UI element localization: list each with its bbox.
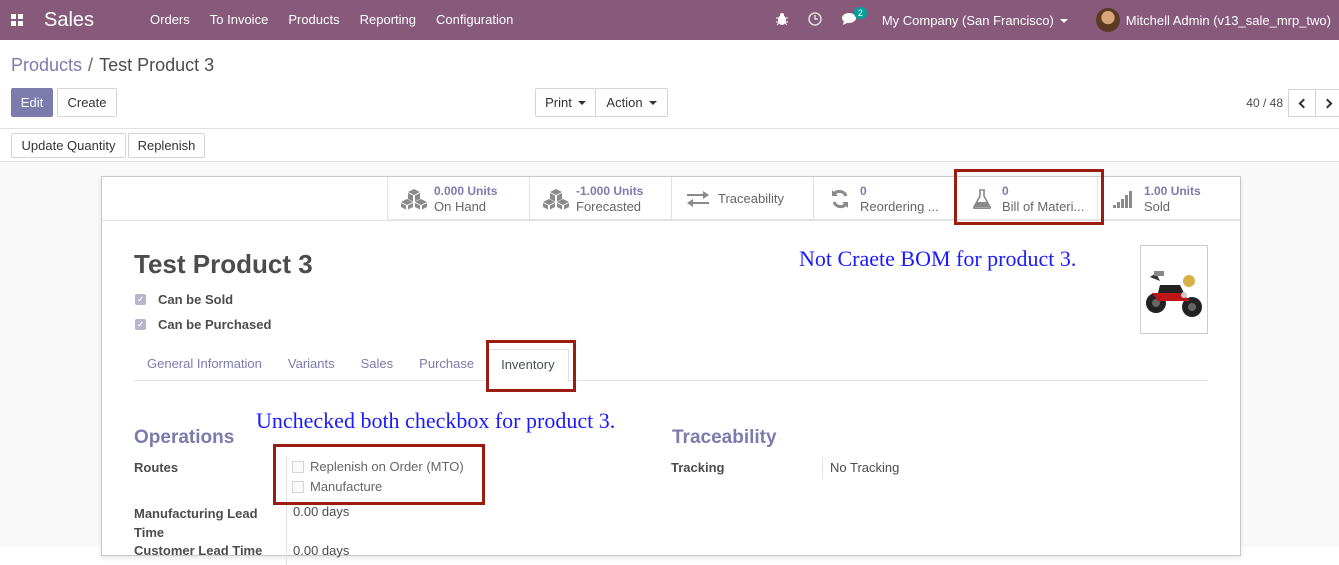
on-hand-label: On Hand <box>434 198 487 214</box>
traceability-section-title: Traceability <box>672 427 777 448</box>
smart-button-reordering[interactable]: 0 Reordering ... <box>813 177 955 220</box>
pager-value: 40 / 48 <box>1246 96 1283 110</box>
annotation-box-bom <box>954 169 1104 225</box>
mfg-lead-time-label: Manufacturing Lead Time <box>134 506 258 540</box>
tracking-divider <box>822 457 823 479</box>
customer-lead-time-value[interactable]: 0.00 days <box>293 543 349 558</box>
can-be-purchased-checkbox[interactable]: ✓ Can be Purchased <box>135 317 271 332</box>
product-image[interactable] <box>1140 245 1208 334</box>
navbar-right: 2 My Company (San Francisco) Mitchell Ad… <box>766 0 1339 40</box>
routes-label: Routes <box>134 460 179 475</box>
clock-icon[interactable] <box>808 11 822 29</box>
traceability-label: Traceability <box>718 191 784 206</box>
reordering-label: Reordering ... <box>860 198 939 214</box>
print-label: Print <box>545 95 572 110</box>
menu-orders[interactable]: Orders <box>140 0 200 40</box>
menu-products[interactable]: Products <box>278 0 349 40</box>
tab-purchase[interactable]: Purchase <box>406 349 487 380</box>
create-button[interactable]: Create <box>57 88 117 117</box>
user-menu[interactable]: Mitchell Admin (v13_sale_mrp_two) <box>1126 13 1331 28</box>
mfg-lead-time-value[interactable]: 0.00 days <box>293 504 349 519</box>
breadcrumb-separator: / <box>88 55 94 75</box>
update-quantity-button[interactable]: Update Quantity <box>11 133 126 158</box>
caret-down-icon <box>648 100 657 105</box>
cubes-icon <box>400 187 428 211</box>
control-panel-divider <box>0 128 1339 129</box>
arrows-exchange-icon <box>684 187 712 211</box>
pager-previous-button[interactable] <box>1288 89 1316 117</box>
menu-reporting[interactable]: Reporting <box>350 0 426 40</box>
breadcrumb: Products / Test Product 3 <box>11 55 214 76</box>
apps-menu-icon[interactable] <box>2 0 32 40</box>
signal-icon <box>1110 187 1138 211</box>
on-hand-value: 0.000 Units <box>434 183 498 198</box>
caret-down-icon <box>1059 19 1068 24</box>
annotation-checkbox-note: Unchecked both checkbox for product 3. <box>256 408 616 433</box>
forecasted-label: Forecasted <box>576 198 642 214</box>
tab-variants[interactable]: Variants <box>275 349 348 380</box>
top-navbar: Sales Orders To Invoice Products Reporti… <box>0 0 1339 40</box>
operations-section-title: Operations <box>134 427 235 448</box>
product-form-sheet: 0.000 Units On Hand -1.000 Units Forecaste… <box>101 176 1241 565</box>
pager-next-button[interactable] <box>1315 89 1339 117</box>
action-dropdown[interactable]: Action <box>595 88 668 117</box>
breadcrumb-products-link[interactable]: Products <box>11 55 82 75</box>
tab-sales[interactable]: Sales <box>348 349 407 380</box>
menu-configuration[interactable]: Configuration <box>426 0 523 40</box>
tab-general-information[interactable]: General Information <box>134 349 275 380</box>
can-be-sold-label: Can be Sold <box>158 292 234 307</box>
chat-icon[interactable]: 2 <box>841 6 867 29</box>
annotation-bom-note: Not Craete BOM for product 3. <box>799 246 1077 271</box>
replenish-button[interactable]: Replenish <box>128 133 205 158</box>
smart-button-sold[interactable]: 1.00 Units Sold <box>1097 177 1239 220</box>
can-be-purchased-label: Can be Purchased <box>158 317 272 332</box>
smart-button-forecasted[interactable]: -1.000 Units Forecasted <box>529 177 671 220</box>
can-be-sold-checkbox[interactable]: ✓ Can be Sold <box>135 292 233 307</box>
user-avatar[interactable] <box>1095 8 1120 32</box>
print-dropdown[interactable]: Print <box>535 88 596 117</box>
checkmark-icon: ✓ <box>135 319 146 330</box>
refresh-icon <box>826 187 854 211</box>
annotation-box-routes <box>273 444 485 505</box>
caret-down-icon <box>577 100 586 105</box>
sold-label: Sold <box>1144 198 1171 214</box>
form-notebook-tabs: General Information Variants Sales Purch… <box>134 349 1208 382</box>
annotation-box-inventory-tab <box>486 340 576 392</box>
edit-button[interactable]: Edit <box>11 88 53 117</box>
forecasted-value: -1.000 Units <box>576 183 644 198</box>
checkmark-icon: ✓ <box>135 294 146 305</box>
smart-button-box: 0.000 Units On Hand -1.000 Units Forecaste… <box>387 177 1240 220</box>
chat-badge: 2 <box>853 6 867 19</box>
main-menu: Orders To Invoice Products Reporting Con… <box>140 0 523 40</box>
smart-button-traceability[interactable]: Traceability <box>671 177 813 220</box>
breadcrumb-current: Test Product 3 <box>99 55 215 75</box>
cubes-icon <box>542 187 570 211</box>
tracking-value[interactable]: No Tracking <box>830 460 899 475</box>
reordering-value: 0 <box>860 183 867 198</box>
tracking-label: Tracking <box>671 460 725 475</box>
chevron-left-icon <box>1298 98 1309 108</box>
chevron-right-icon <box>1322 98 1333 108</box>
company-label: My Company (San Francisco) <box>881 12 1054 28</box>
bug-icon[interactable] <box>775 12 788 29</box>
company-switcher[interactable]: My Company (San Francisco) <box>882 13 1068 28</box>
smart-button-on-hand[interactable]: 0.000 Units On Hand <box>387 177 529 220</box>
menu-to-invoice[interactable]: To Invoice <box>200 0 279 40</box>
customer-lead-time-label: Customer Lead Time <box>134 543 263 558</box>
sold-value: 1.00 Units <box>1144 183 1201 198</box>
app-brand[interactable]: Sales <box>44 9 94 32</box>
action-label: Action <box>606 95 643 110</box>
product-name[interactable]: Test Product 3 <box>134 249 313 280</box>
